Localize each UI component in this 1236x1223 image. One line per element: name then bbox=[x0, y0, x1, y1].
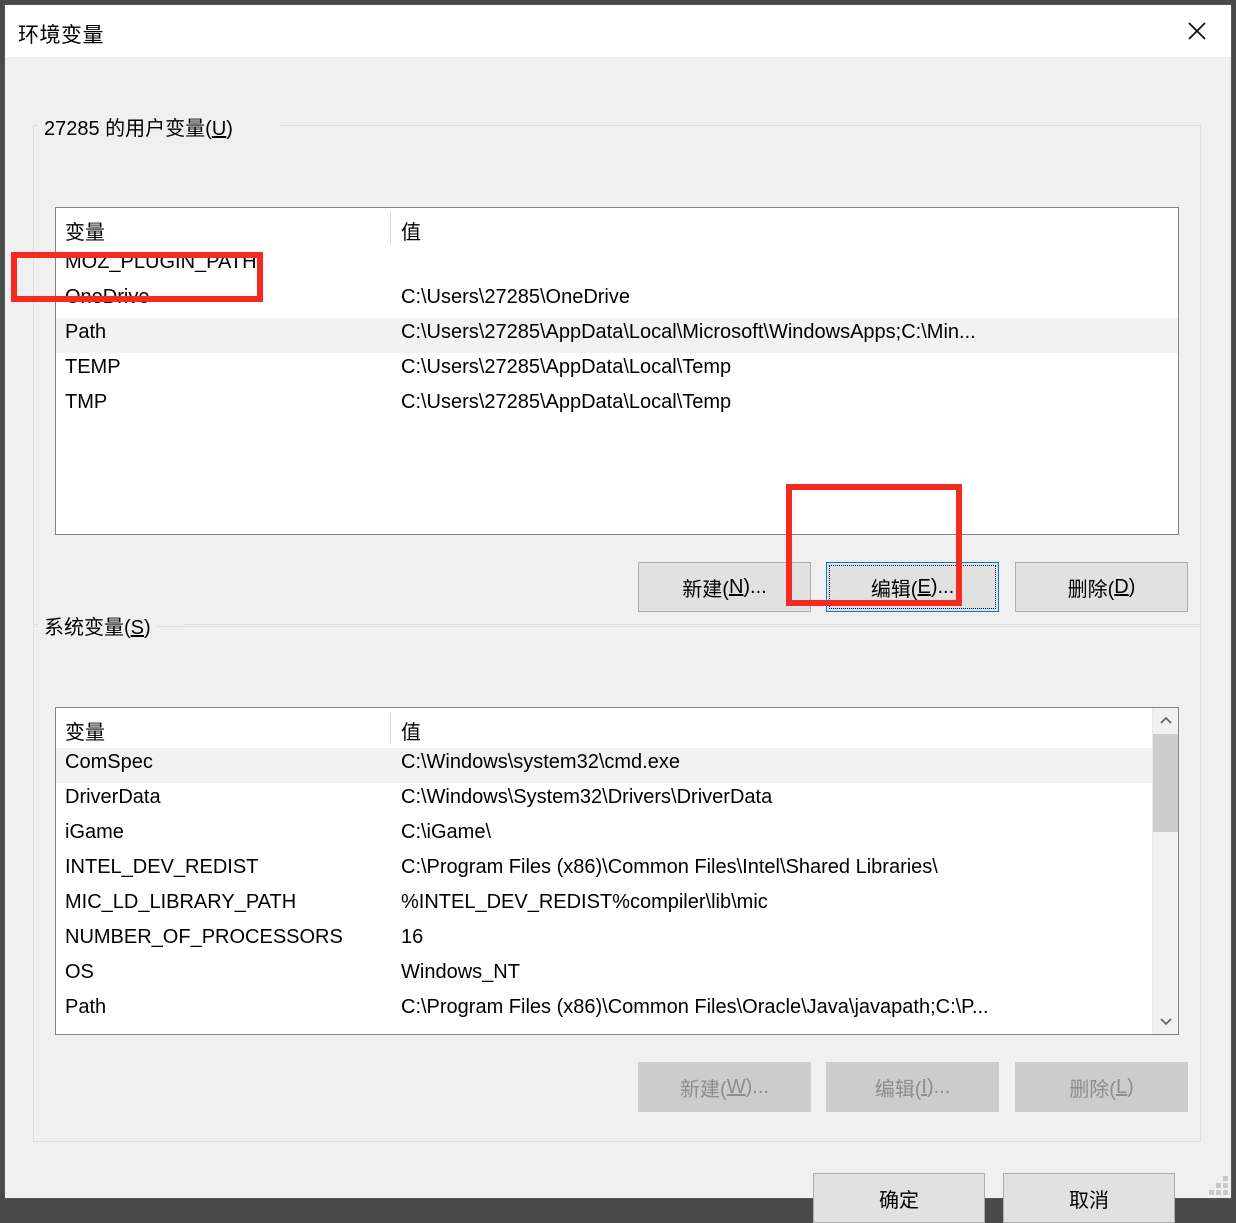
user-new-button[interactable]: 新建(N)... bbox=[638, 562, 811, 612]
user-list-row-name: OneDrive bbox=[65, 286, 150, 308]
user-col-header-value[interactable]: 值 bbox=[401, 216, 421, 245]
chevron-down-icon[interactable] bbox=[1153, 1008, 1178, 1034]
user-list-row-name: TMP bbox=[65, 391, 108, 413]
system-list-header: 变量 值 bbox=[56, 708, 1178, 748]
column-separator[interactable] bbox=[390, 212, 391, 244]
dialog-body: 27285 的用户变量(U) 变量 值 MOZ_PLUGIN_PATH OneD… bbox=[5, 57, 1231, 1223]
system-list-scrollbar[interactable] bbox=[1152, 708, 1178, 1034]
column-separator[interactable] bbox=[390, 712, 391, 744]
system-delete-button: 删除(L) bbox=[1015, 1062, 1188, 1112]
window-title: 环境变量 bbox=[18, 24, 104, 47]
user-edit-button[interactable]: 编辑(E)... bbox=[826, 562, 999, 612]
system-list-row-value: C:\Windows\system32\cmd.exe bbox=[401, 751, 680, 773]
table-row[interactable]: Path C:\Program Files (x86)\Common Files… bbox=[56, 993, 1178, 1028]
table-row[interactable]: OneDrive C:\Users\27285\OneDrive bbox=[56, 283, 1178, 318]
table-row[interactable]: MOZ_PLUGIN_PATH bbox=[56, 248, 1178, 283]
chevron-up-icon[interactable] bbox=[1153, 708, 1178, 734]
user-list-row-value: C:\Users\27285\OneDrive bbox=[401, 286, 630, 308]
table-row-selected[interactable]: Path C:\Users\27285\AppData\Local\Micros… bbox=[56, 318, 1178, 353]
ok-button[interactable]: 确定 bbox=[813, 1173, 985, 1223]
table-row-selected[interactable]: ComSpec C:\Windows\system32\cmd.exe bbox=[56, 748, 1178, 783]
user-list-row-path-name: Path bbox=[65, 321, 107, 343]
system-list-row-name: INTEL_DEV_REDIST bbox=[65, 856, 259, 878]
table-row[interactable]: DriverData C:\Windows\System32\Drivers\D… bbox=[56, 783, 1178, 818]
user-list-row-value: C:\Users\27285\AppData\Local\Temp bbox=[401, 391, 732, 413]
table-row[interactable]: iGame C:\iGame\ bbox=[56, 818, 1178, 853]
system-list-row-name: MIC_LD_LIBRARY_PATH bbox=[65, 891, 297, 913]
user-list-header: 变量 值 bbox=[56, 208, 1178, 248]
user-delete-button[interactable]: 删除(D) bbox=[1015, 562, 1188, 612]
user-list-row-name: MOZ_PLUGIN_PATH bbox=[65, 251, 257, 273]
table-row[interactable]: TEMP C:\Users\27285\AppData\Local\Temp bbox=[56, 353, 1178, 388]
table-row[interactable]: TMP C:\Users\27285\AppData\Local\Temp bbox=[56, 388, 1178, 423]
system-list-rows: ComSpec C:\Windows\system32\cmd.exe Driv… bbox=[56, 748, 1178, 1028]
system-list-row-name: iGame bbox=[65, 821, 124, 843]
close-icon[interactable] bbox=[1163, 5, 1231, 56]
system-list-row-value: C:\Windows\System32\Drivers\DriverData bbox=[401, 786, 773, 808]
system-variables-legend: 系统变量(S) bbox=[38, 611, 157, 640]
table-row[interactable]: NUMBER_OF_PROCESSORS 16 bbox=[56, 923, 1178, 958]
system-list-row-name: Path bbox=[65, 996, 107, 1018]
table-row[interactable]: MIC_LD_LIBRARY_PATH %INTEL_DEV_REDIST%co… bbox=[56, 888, 1178, 923]
system-list-row-name: ComSpec bbox=[65, 751, 153, 773]
system-list-row-name: DriverData bbox=[65, 786, 161, 808]
system-list-row-name: NUMBER_OF_PROCESSORS bbox=[65, 926, 343, 948]
table-row[interactable]: OS Windows_NT bbox=[56, 958, 1178, 993]
system-col-header-value[interactable]: 值 bbox=[401, 716, 421, 745]
user-variables-listview[interactable]: 变量 值 MOZ_PLUGIN_PATH OneDrive C:\Users\2… bbox=[55, 207, 1179, 535]
environment-variables-dialog: 环境变量 27285 的用户变量(U) 变量 值 MOZ_PLUGIN_PATH… bbox=[4, 4, 1232, 1223]
user-variables-legend: 27285 的用户变量(U) bbox=[38, 112, 239, 141]
system-list-row-value: %INTEL_DEV_REDIST%compiler\lib\mic bbox=[401, 891, 768, 913]
system-list-row-value: C:\iGame\ bbox=[401, 821, 492, 843]
system-new-button: 新建(W)... bbox=[638, 1062, 811, 1112]
resize-grip-icon[interactable] bbox=[1209, 1176, 1228, 1195]
user-list-row-name: TEMP bbox=[65, 356, 121, 378]
system-list-row-value: C:\Program Files (x86)\Common Files\Orac… bbox=[401, 996, 989, 1018]
system-list-row-value: Windows_NT bbox=[401, 961, 520, 983]
user-list-rows: MOZ_PLUGIN_PATH OneDrive C:\Users\27285\… bbox=[56, 248, 1178, 423]
user-col-header-name[interactable]: 变量 bbox=[65, 216, 105, 245]
title-bar: 环境变量 bbox=[5, 5, 1231, 57]
scrollbar-thumb[interactable] bbox=[1153, 734, 1178, 832]
table-row[interactable]: INTEL_DEV_REDIST C:\Program Files (x86)\… bbox=[56, 853, 1178, 888]
user-list-row-path-value: C:\Users\27285\AppData\Local\Microsoft\W… bbox=[401, 321, 976, 343]
system-col-header-name[interactable]: 变量 bbox=[65, 716, 105, 745]
user-list-row-value: C:\Users\27285\AppData\Local\Temp bbox=[401, 356, 732, 378]
system-list-row-value: C:\Program Files (x86)\Common Files\Inte… bbox=[401, 856, 938, 878]
cancel-button[interactable]: 取消 bbox=[1003, 1173, 1175, 1223]
system-variables-listview[interactable]: 变量 值 ComSpec C:\Windows\system32\cmd.exe… bbox=[55, 707, 1179, 1035]
system-list-row-name: OS bbox=[65, 961, 94, 983]
system-list-row-value: 16 bbox=[401, 926, 424, 948]
system-edit-button: 编辑(I)... bbox=[826, 1062, 999, 1112]
